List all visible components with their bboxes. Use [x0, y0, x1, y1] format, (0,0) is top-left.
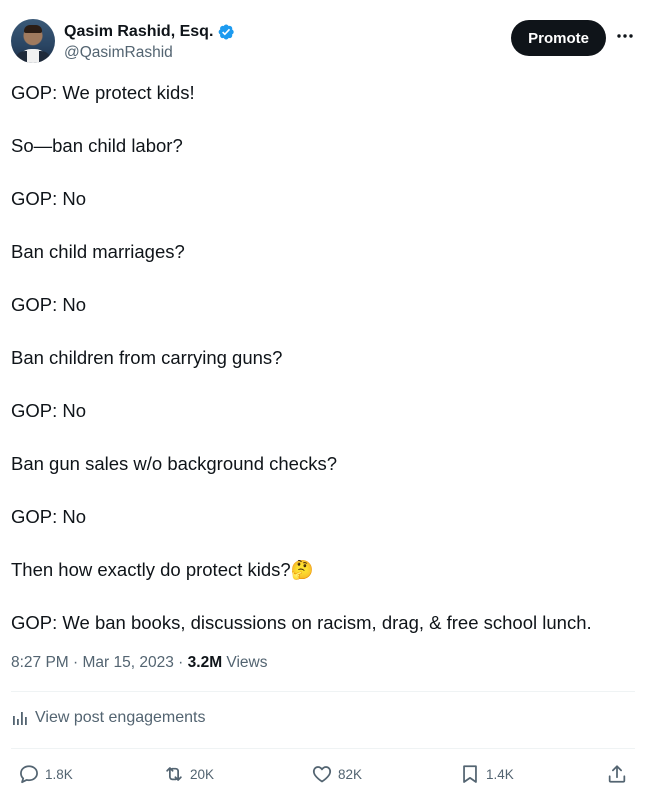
author-display-name[interactable]: Qasim Rashid, Esq.: [64, 22, 213, 42]
repost-count: 20K: [190, 766, 215, 782]
tweet-line: Ban gun sales w/o background checks?: [11, 453, 338, 474]
author-name-row[interactable]: Qasim Rashid, Esq.: [64, 22, 235, 42]
meta-separator: ·: [173, 654, 188, 671]
tweet-text: GOP: We protect kids! So—ban child labor…: [11, 80, 641, 635]
tweet-line: Then how exactly do protect kids?🤔: [11, 559, 314, 580]
reply-count: 1.8K: [45, 766, 73, 782]
tweet-line: GOP: No: [11, 294, 87, 315]
analytics-icon: [13, 712, 27, 725]
tweet-line: Ban children from carrying guns?: [11, 347, 283, 368]
views-label: Views: [226, 654, 268, 671]
verified-badge-icon: [219, 24, 235, 40]
heart-icon: [312, 766, 332, 783]
author-handle[interactable]: @QasimRashid: [64, 43, 235, 63]
tweet-line: GOP: No: [11, 188, 87, 209]
tweet-time[interactable]: 8:27 PM: [11, 654, 69, 671]
tweet-date[interactable]: Mar 15, 2023: [83, 654, 174, 671]
reply-button[interactable]: 1.8K: [18, 763, 73, 785]
tweet-header: Qasim Rashid, Esq. @QasimRashid Promote: [11, 19, 635, 65]
repost-button[interactable]: 20K: [163, 763, 214, 785]
bookmark-count: 1.4K: [486, 766, 514, 782]
bookmark-button[interactable]: 1.4K: [459, 763, 514, 785]
repost-icon: [166, 767, 182, 781]
tweet-line: Ban child marriages?: [11, 241, 185, 262]
author-block: Qasim Rashid, Esq. @QasimRashid: [64, 22, 235, 63]
like-count: 82K: [338, 766, 363, 782]
divider: [11, 691, 635, 692]
bookmark-icon: [463, 765, 477, 783]
tweet-line: GOP: No: [11, 400, 87, 421]
tweet-line: So—ban child labor?: [11, 135, 183, 156]
tweet-line: GOP: We ban books, discussions on racism…: [11, 612, 592, 633]
divider: [11, 748, 635, 749]
promote-button[interactable]: Promote: [511, 20, 606, 56]
meta-separator: ·: [68, 654, 83, 671]
share-button[interactable]: [606, 763, 633, 785]
view-engagements-link[interactable]: View post engagements: [11, 709, 205, 727]
reply-icon: [20, 765, 38, 784]
tweet-line: GOP: No: [11, 506, 87, 527]
view-engagements-label: View post engagements: [35, 709, 206, 726]
action-bar: 1.8K 20K 82K 1.4K: [0, 763, 651, 789]
tweet-meta: 8:27 PM · Mar 15, 2023 · 3.2M Views: [11, 652, 268, 674]
views-count: 3.2M: [187, 654, 223, 671]
tweet-line: GOP: We protect kids!: [11, 82, 195, 103]
tweet-card: Qasim Rashid, Esq. @QasimRashid Promote …: [0, 0, 651, 810]
share-icon: [608, 765, 626, 783]
like-button[interactable]: 82K: [311, 763, 362, 785]
more-horizontal-icon[interactable]: [615, 26, 635, 46]
avatar[interactable]: [11, 19, 55, 63]
